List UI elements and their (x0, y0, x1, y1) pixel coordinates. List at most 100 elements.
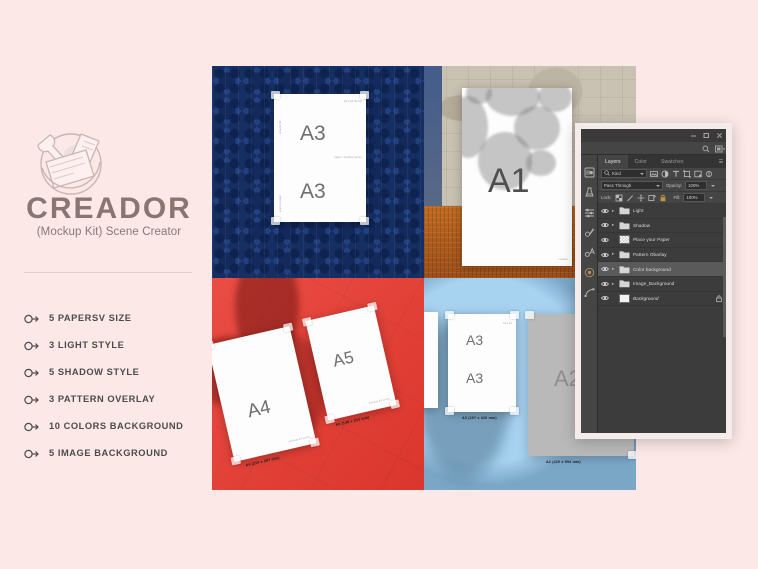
paper-pin (360, 91, 369, 99)
chevron-down-icon (656, 184, 660, 187)
arrange-documents-icon[interactable] (715, 145, 726, 152)
layer-name: Place your Paper (633, 237, 670, 243)
paper-size-label: A5 (331, 347, 356, 371)
quadrant-navy-tile: A3 A3 size A3 format paper / mockup scen… (212, 66, 424, 278)
paper-micro-text: size a3 (503, 322, 512, 325)
tab-color[interactable]: Color (628, 155, 654, 168)
filter-adjustment-icon[interactable] (661, 170, 669, 178)
eye-icon[interactable] (601, 251, 609, 259)
eye-icon[interactable] (601, 221, 609, 229)
list-item: 10 COLORS BACKGROUND (24, 418, 214, 434)
opacity-value: 100% (688, 183, 700, 188)
chevron-right-icon[interactable]: ▸ (612, 281, 616, 287)
color-wheel-icon[interactable] (584, 267, 595, 278)
eye-icon[interactable] (601, 294, 609, 302)
layer-row-pattern-overlay[interactable]: ▸ Pattern Obarlay (598, 248, 726, 263)
filter-smartobject-icon[interactable] (694, 170, 702, 178)
page-subtitle: (Mockup Kit) Scene Creator (36, 226, 182, 238)
paper-micro-text: creador kit (279, 120, 282, 134)
blend-mode-select[interactable]: Pass Through (601, 181, 663, 190)
eye-icon[interactable] (601, 265, 609, 273)
lock-transparent-pixels-icon[interactable] (615, 194, 623, 202)
eye-icon[interactable] (601, 280, 609, 288)
layers-panel: Layers Color Swatches ☰ Kind Pass Throug… (598, 155, 726, 433)
arrow-in-circle-icon (24, 366, 39, 378)
paper-micro-text: size A3 format (344, 100, 362, 103)
folder-icon (619, 279, 630, 288)
properties-sliders-icon[interactable] (584, 207, 595, 218)
feature-label: 5 SHADOW STYLE (49, 367, 140, 377)
arrow-in-circle-icon (24, 420, 39, 432)
chevron-down-icon[interactable] (709, 196, 714, 199)
blue-edge-strip (424, 66, 442, 206)
tabs-spacer (691, 155, 716, 168)
layer-row-color-background[interactable]: ▸ Color background (598, 262, 726, 277)
layer-row-image-background[interactable]: ▸ Image_Background (598, 277, 726, 292)
layer-name: Image_Background (633, 281, 675, 287)
filter-pixel-icon[interactable] (650, 170, 658, 178)
panel-scrollbar[interactable] (723, 217, 726, 337)
creador-logo-icon (26, 118, 116, 198)
list-item: 3 LIGHT STYLE (24, 337, 214, 353)
fill-value: 100% (686, 195, 698, 200)
chevron-right-icon[interactable]: ▸ (612, 252, 616, 257)
layer-thumbnail (619, 235, 630, 245)
chevron-down-icon[interactable] (711, 184, 716, 187)
lock-all-icon[interactable] (659, 194, 667, 202)
paper-pin (445, 311, 454, 319)
feature-label: 5 PAPERSV SIZE (49, 313, 132, 323)
adjustments-icon[interactable] (584, 187, 595, 198)
eye-icon[interactable] (601, 236, 609, 244)
panel-body: Layers Color Swatches ☰ Kind Pass Throug… (581, 155, 726, 433)
eye-icon[interactable] (601, 207, 609, 215)
filter-kind-value: Kind (612, 171, 621, 176)
chevron-right-icon[interactable]: ▸ (612, 223, 616, 228)
lock-icon[interactable] (716, 295, 722, 302)
layer-styles-icon[interactable] (584, 227, 595, 238)
character-type-icon[interactable] (584, 247, 595, 258)
paper-micro-text: scene creator (279, 194, 282, 212)
paths-icon[interactable] (584, 287, 595, 298)
close-icon[interactable] (716, 132, 723, 139)
chevron-right-icon[interactable]: ▸ (612, 266, 616, 272)
folder-icon (619, 206, 630, 215)
paper-pin (510, 407, 519, 415)
arrow-in-circle-icon (24, 312, 39, 324)
quadrant-red: A4 mockup kit scene A4 (210 x 297 mm) A5… (212, 278, 424, 490)
chevron-right-icon[interactable]: ▸ (612, 208, 616, 214)
magnifier-icon[interactable] (702, 145, 710, 152)
tab-layers[interactable]: Layers (598, 155, 628, 168)
paper-pin (360, 217, 369, 225)
layer-name: Light (633, 208, 644, 214)
opacity-input[interactable]: 100% (685, 181, 708, 190)
photoshop-panel: Layers Color Swatches ☰ Kind Pass Throug… (581, 129, 726, 433)
fill-input[interactable]: 100% (683, 193, 706, 202)
folder-icon (619, 265, 630, 274)
minimize-icon[interactable] (690, 132, 697, 139)
layer-row-background[interactable]: Background (598, 292, 726, 307)
paper-micro-text: mockup kit scene (288, 435, 311, 444)
paper-pin (525, 311, 534, 319)
layer-row-place-your-paper[interactable]: Place your Paper (598, 233, 726, 248)
layer-row-shadow[interactable]: ▸ Shadow (598, 219, 726, 234)
tab-swatches[interactable]: Swatches (654, 155, 690, 168)
lock-image-pixels-icon[interactable] (626, 194, 634, 202)
paper-size-label: A3 (300, 180, 326, 203)
chevron-down-icon (640, 172, 644, 175)
layer-row-light[interactable]: ▸ Light (598, 204, 726, 219)
filter-kind-select[interactable]: Kind (601, 169, 647, 178)
layer-filter-row: Kind (598, 168, 726, 180)
lock-artboard-nesting-icon[interactable] (647, 194, 656, 202)
panel-menu-icon[interactable]: ☰ (716, 155, 726, 168)
paper-pin (301, 316, 313, 327)
page-title: CREADOR (26, 192, 192, 225)
lock-position-icon[interactable] (637, 194, 645, 202)
promo-column: CREADOR (Mockup Kit) Scene Creator 5 PAP… (0, 0, 212, 569)
filter-shape-icon[interactable] (683, 169, 691, 178)
feature-label: 5 IMAGE BACKGROUND (49, 448, 168, 458)
maximize-icon[interactable] (703, 132, 710, 139)
history-brush-icon[interactable] (584, 167, 595, 178)
arrow-in-circle-icon (24, 339, 39, 351)
filter-type-icon[interactable] (672, 170, 680, 178)
filter-toggle-icon[interactable] (705, 170, 713, 178)
